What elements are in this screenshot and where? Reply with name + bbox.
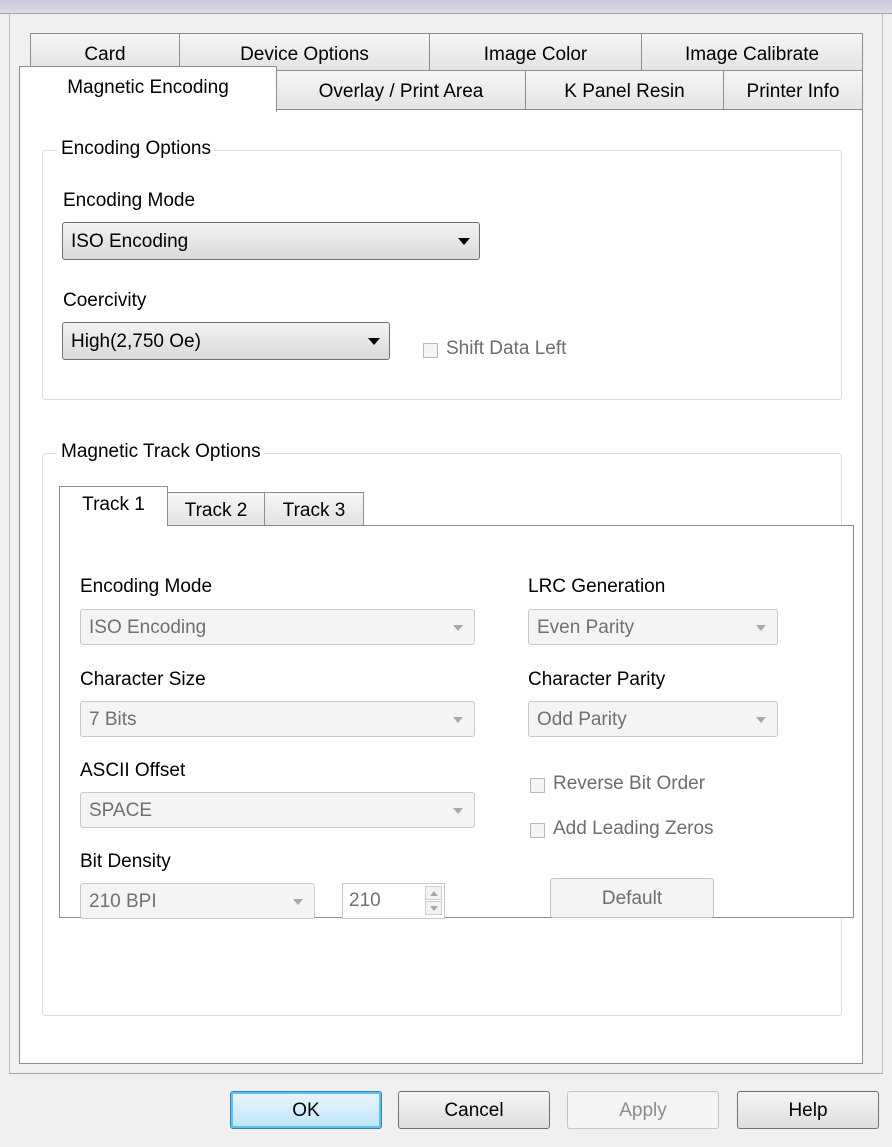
coercivity-label: Coercivity [63, 290, 147, 311]
encoding-mode-select[interactable]: ISO Encoding [62, 222, 480, 260]
reverse-bit-order-checkbox[interactable] [530, 778, 545, 793]
tab-magnetic-encoding[interactable]: Magnetic Encoding [19, 66, 277, 112]
shift-data-left-label: Shift Data Left [446, 338, 567, 359]
chevron-down-icon [756, 717, 766, 723]
spinner-buttons [425, 886, 442, 916]
apply-button[interactable]: Apply [567, 1091, 719, 1129]
spinner-up-icon[interactable] [425, 886, 442, 900]
character-size-select[interactable]: 7 Bits [80, 701, 475, 737]
tab-track-3[interactable]: Track 3 [264, 492, 364, 526]
chevron-down-icon [453, 625, 463, 631]
character-parity-value: Odd Parity [537, 709, 627, 730]
track-encoding-mode-select[interactable]: ISO Encoding [80, 609, 475, 645]
coercivity-value: High(2,750 Oe) [71, 331, 201, 352]
tab-image-color[interactable]: Image Color [429, 33, 642, 71]
chevron-down-icon [368, 338, 380, 345]
reverse-bit-order-label: Reverse Bit Order [553, 773, 706, 794]
shift-data-left-checkbox[interactable] [423, 343, 438, 358]
add-leading-zeros-checkbox[interactable] [530, 823, 545, 838]
tab-overlay-print-area[interactable]: Overlay / Print Area [276, 70, 526, 110]
tab-track-2[interactable]: Track 2 [167, 492, 265, 526]
help-button[interactable]: Help [737, 1091, 879, 1129]
encoding-mode-label: Encoding Mode [63, 190, 196, 211]
chevron-down-icon [293, 899, 303, 905]
ascii-offset-select[interactable]: SPACE [80, 792, 475, 828]
encoding-mode-value: ISO Encoding [71, 231, 189, 252]
tab-printer-info[interactable]: Printer Info [723, 70, 863, 110]
dialog-frame-left [9, 14, 10, 1074]
track-1-page: Encoding Mode ISO Encoding Character Siz… [59, 525, 854, 919]
track-encoding-mode-value: ISO Encoding [89, 617, 207, 638]
bit-density-spinner[interactable]: 210 [342, 883, 445, 919]
footer-separator [9, 1073, 883, 1074]
ascii-offset-value: SPACE [89, 800, 153, 821]
character-parity-select[interactable]: Odd Parity [528, 701, 778, 737]
bit-density-value: 210 BPI [89, 891, 157, 912]
tab-k-panel-resin[interactable]: K Panel Resin [525, 70, 724, 110]
chevron-down-icon [756, 625, 766, 631]
lrc-generation-select[interactable]: Even Parity [528, 609, 778, 645]
window-title-bar-edge [0, 0, 892, 14]
spinner-down-icon[interactable] [425, 901, 442, 915]
chevron-down-icon [458, 238, 470, 245]
bit-density-select[interactable]: 210 BPI [80, 883, 315, 919]
ascii-offset-label: ASCII Offset [80, 760, 186, 781]
dialog-frame-right [882, 14, 883, 1074]
coercivity-select[interactable]: High(2,750 Oe) [62, 322, 390, 360]
default-button[interactable]: Default [550, 878, 714, 918]
tab-image-calibrate[interactable]: Image Calibrate [641, 33, 863, 71]
cancel-button[interactable]: Cancel [398, 1091, 550, 1129]
lrc-generation-value: Even Parity [537, 617, 635, 638]
bit-density-number: 210 [349, 890, 381, 911]
tab-track-1[interactable]: Track 1 [59, 486, 168, 526]
bit-density-label: Bit Density [80, 851, 171, 872]
magnetic-encoding-page: Encoding Options Encoding Mode ISO Encod… [19, 109, 863, 1064]
encoding-options-group [42, 150, 842, 400]
encoding-options-title: Encoding Options [57, 138, 215, 160]
character-size-value: 7 Bits [89, 709, 137, 730]
chevron-down-icon [453, 808, 463, 814]
character-parity-label: Character Parity [528, 669, 666, 690]
ok-button[interactable]: OK [230, 1091, 382, 1129]
lrc-generation-label: LRC Generation [528, 576, 666, 597]
chevron-down-icon [453, 717, 463, 723]
add-leading-zeros-label: Add Leading Zeros [553, 818, 714, 839]
magnetic-track-options-title: Magnetic Track Options [57, 441, 265, 463]
track-encoding-mode-label: Encoding Mode [80, 576, 213, 597]
character-size-label: Character Size [80, 669, 206, 690]
